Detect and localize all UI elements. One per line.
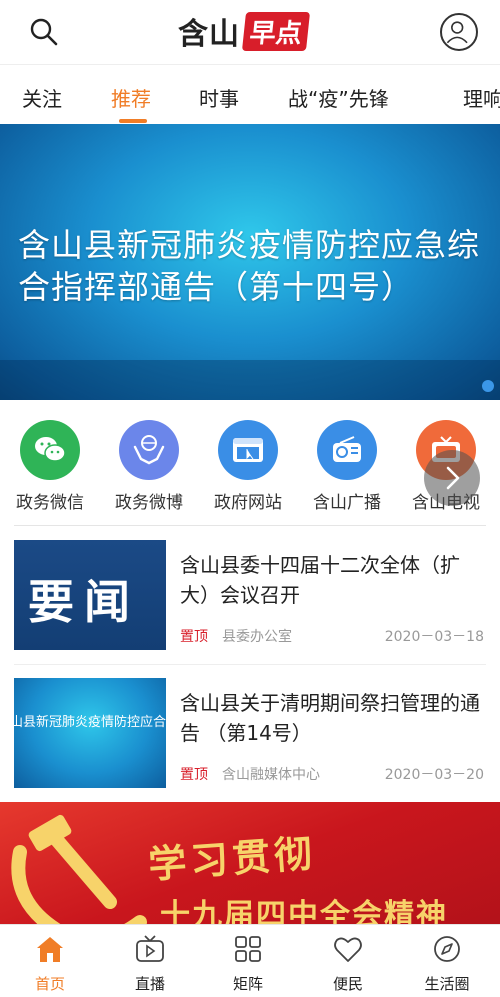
banner-band: [0, 360, 500, 400]
tab-epidemic-pioneer[interactable]: 战“疫”先锋: [288, 83, 389, 112]
app-header: 含山 早点: [0, 0, 500, 64]
nav-live[interactable]: 直播: [100, 933, 200, 994]
tab-current-affairs[interactable]: 时事: [199, 83, 239, 112]
nav-label: 首页: [34, 975, 65, 993]
channel-tabs: 关注 推荐 时事 战“疫”先锋 理响: [0, 64, 500, 124]
logo-text-highlight: 早点: [241, 11, 311, 51]
tab-follow[interactable]: 关注: [22, 83, 62, 112]
tab-recommend[interactable]: 推荐: [111, 83, 151, 112]
carousel-indicator[interactable]: [482, 380, 494, 392]
user-icon[interactable]: [440, 13, 478, 51]
promo-headline: 学习贯彻: [146, 830, 318, 887]
quick-link-weibo[interactable]: 政务微博: [99, 420, 199, 513]
chevron-right-icon: [446, 466, 460, 490]
section-divider: [14, 525, 486, 526]
hands-globe-icon: [119, 420, 179, 480]
compass-icon: [434, 936, 460, 962]
news-source: 县委办公室: [222, 629, 292, 645]
nav-matrix[interactable]: 矩阵: [198, 933, 298, 994]
quick-link-wechat[interactable]: 政务微信: [0, 420, 100, 513]
news-item[interactable]: 要闻 含山县委十四届十二次全体（扩大）会议召开 置顶 县委办公室 2020－03－…: [0, 540, 500, 678]
news-meta: 置顶 县委办公室 2020－03－18: [180, 626, 484, 645]
nav-label: 便民: [332, 975, 363, 993]
quick-link-label: 政府网站: [214, 493, 282, 513]
web-browser-icon: [218, 420, 278, 480]
news-thumbnail: 山县新冠肺炎疫情防控应合指挥部通告（第十四号: [14, 678, 166, 788]
nav-label: 生活圈: [424, 975, 470, 993]
banner-text: 含山县新冠肺炎疫情防控应急综合指挥部通告（第十四号）: [18, 226, 481, 306]
news-source: 含山融媒体中心: [222, 767, 320, 783]
promo-banner[interactable]: 学习贯彻 十九届四中全会精神: [0, 802, 500, 924]
logo-text-main: 含山: [178, 17, 240, 52]
party-emblem-icon: [11, 814, 147, 924]
news-item[interactable]: 山县新冠肺炎疫情防控应合指挥部通告（第十四号 含山县关于清明期间祭扫管理的通告 …: [0, 678, 500, 816]
news-thumbnail: 要闻: [14, 540, 166, 650]
news-separator: [14, 664, 486, 665]
search-icon[interactable]: [28, 16, 60, 48]
nav-home[interactable]: 首页: [0, 933, 100, 994]
quick-link-label: 含山广播: [313, 493, 381, 513]
hero-banner[interactable]: 含山县新冠肺炎疫情防控应急综合指挥部通告（第十四号）: [0, 124, 500, 400]
radio-icon: [317, 420, 377, 480]
nav-label: 矩阵: [232, 975, 263, 993]
nav-convenience[interactable]: 便民: [298, 933, 398, 994]
thumbnail-text: 要闻: [28, 575, 140, 629]
pinned-tag: 置顶: [180, 629, 208, 645]
nav-label: 直播: [134, 975, 165, 993]
home-icon: [37, 937, 63, 962]
news-date: 2020－03－20: [384, 767, 484, 783]
pinned-tag: 置顶: [180, 767, 208, 783]
scroll-next-button[interactable]: [424, 450, 480, 506]
app-logo: 含山 早点: [178, 11, 311, 52]
tv-play-icon: [136, 935, 164, 962]
bottom-navigation: 首页 直播 矩阵 便民 生活圈: [0, 924, 500, 997]
tab-theory[interactable]: 理响: [463, 83, 500, 112]
quick-link-label: 政务微博: [115, 493, 183, 513]
heart-icon: [334, 937, 362, 962]
news-title: 含山县委十四届十二次全体（扩大）会议召开: [180, 553, 460, 607]
thumbnail-text: 山县新冠肺炎疫情防控应合指挥部通告（第十四号: [14, 715, 166, 730]
wechat-icon: [20, 420, 80, 480]
nav-life-circle[interactable]: 生活圈: [397, 933, 497, 994]
news-title: 含山县关于清明期间祭扫管理的通告 （第14号）: [180, 691, 480, 745]
news-date: 2020－03－18: [384, 629, 484, 645]
quick-link-label: 政务微信: [16, 493, 84, 513]
quick-link-radio[interactable]: 含山广播: [297, 420, 397, 513]
grid-icon: [235, 936, 261, 962]
active-tab-indicator: [119, 119, 147, 123]
promo-subheadline: 十九届四中全会精神: [160, 898, 448, 924]
news-meta: 置顶 含山融媒体中心 2020－03－20: [180, 764, 484, 783]
quick-link-website[interactable]: 政府网站: [198, 420, 298, 513]
